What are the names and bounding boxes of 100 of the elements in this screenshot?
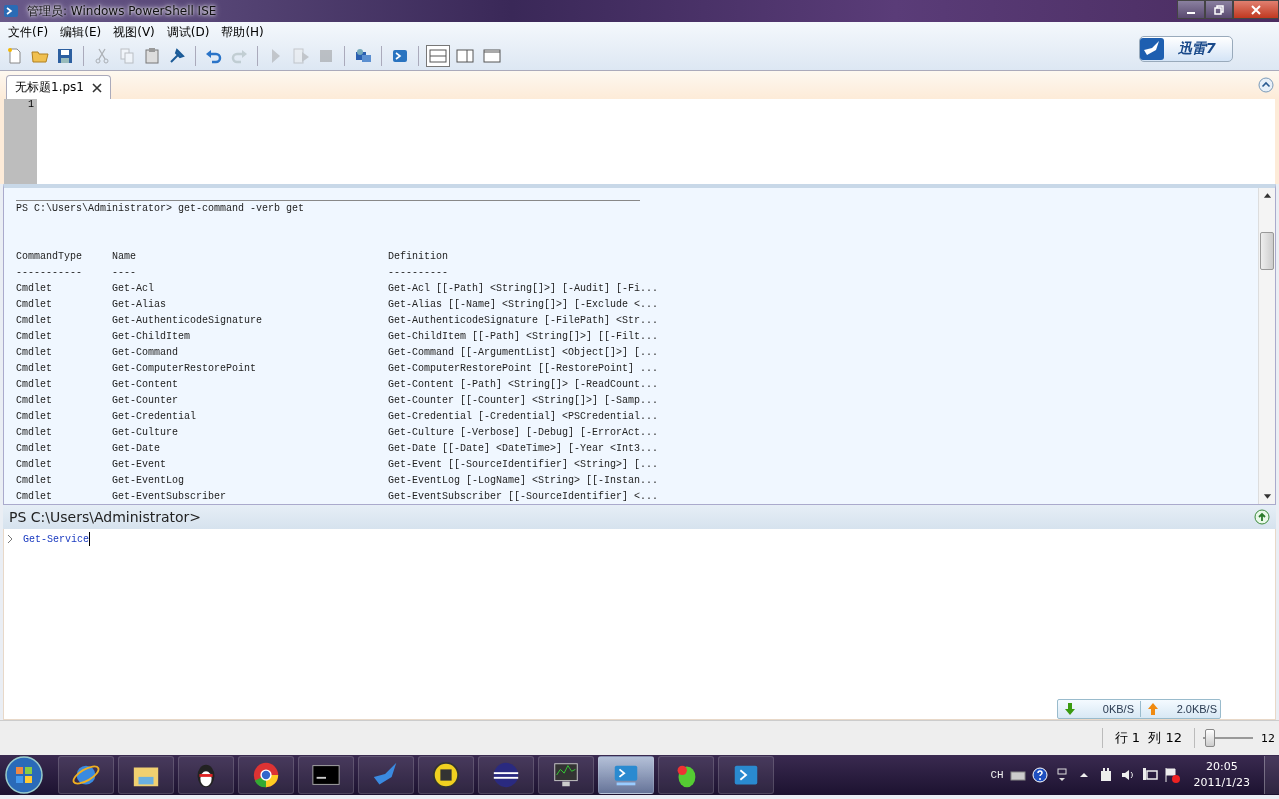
chevron-icon xyxy=(7,534,13,544)
header-underline: ---------- xyxy=(388,266,448,280)
table-cell-text: Get-ChildItem [[-Path] <String[]>] [[-Filt... xyxy=(388,330,659,344)
scroll-thumb[interactable] xyxy=(1260,232,1274,270)
close-icon xyxy=(1251,4,1261,15)
table-cell-text: Cmdlet xyxy=(16,346,53,360)
table-cell-text: Get-EventLog [-LogName] <String> [[-Instan... xyxy=(388,474,659,488)
table-cell-text: Get-Event xyxy=(112,458,167,472)
table-cell-text: Get-Culture xyxy=(112,426,179,440)
menu-item[interactable]: 视图(V) xyxy=(107,23,161,41)
taskbar-button[interactable] xyxy=(238,756,294,794)
language-indicator[interactable]: CH xyxy=(990,769,1004,781)
script-editor[interactable]: 1 xyxy=(0,99,1279,184)
table-cell-text: Get-Date xyxy=(112,442,161,456)
taskbar-button[interactable] xyxy=(658,756,714,794)
table-cell-text: Get-Acl [[-Path] <String[]>] [-Audit] [-Fi... xyxy=(388,282,659,296)
restore-icon xyxy=(1214,4,1224,15)
table-cell-text: Get-ChildItem xyxy=(112,330,191,344)
table-cell-text: Cmdlet xyxy=(16,282,53,296)
table-cell-text: Get-Date [[-Date] <DateTime>] [-Year <Int3... xyxy=(388,442,659,456)
upload-speed: 2.0KB/S xyxy=(1175,703,1218,715)
tab-label: 无标题1.ps1 xyxy=(15,79,84,96)
table-cell-text: Cmdlet xyxy=(16,298,53,312)
close-icon[interactable] xyxy=(91,82,102,93)
taskbar-button[interactable] xyxy=(538,756,594,794)
powershell-icon xyxy=(3,3,19,19)
menu-item[interactable]: 编辑(E) xyxy=(54,23,108,41)
table-cell-text: Get-AuthenticodeSignature xyxy=(112,314,264,328)
start-button[interactable] xyxy=(4,755,44,795)
flag-warning-icon[interactable] xyxy=(1163,767,1180,783)
restore-button[interactable] xyxy=(1205,0,1233,19)
menu-item[interactable]: 帮助(H) xyxy=(215,23,270,41)
table-cell-text: Cmdlet xyxy=(16,362,53,376)
upload-arrow-icon xyxy=(1147,702,1159,716)
table-cell-text: Get-AuthenticodeSignature [-FilePath] <Str... xyxy=(388,314,659,328)
table-cell-text: Get-EventLog xyxy=(112,474,185,488)
layout-top-icon[interactable] xyxy=(426,45,450,67)
speaker-icon[interactable] xyxy=(1119,767,1136,783)
table-cell-text: Get-Culture [-Verbose] [-Debug] [-ErrorAct... xyxy=(388,426,659,440)
table-cell-text: Get-ComputerRestorePoint xyxy=(112,362,258,376)
slider-thumb[interactable] xyxy=(1205,729,1215,747)
taskbar-button[interactable] xyxy=(178,756,234,794)
table-cell-text: Get-Counter xyxy=(112,394,179,408)
clock-time: 20:05 xyxy=(1205,759,1238,775)
table-cell-text: Get-Content [-Path] <String[]> [-ReadCount... xyxy=(388,378,659,392)
download-speed: 0KB/S xyxy=(1101,703,1135,715)
taskbar-button[interactable] xyxy=(478,756,534,794)
header-underline: ----------- xyxy=(16,266,83,280)
network-icon[interactable] xyxy=(1141,767,1158,783)
table-cell-text: Cmdlet xyxy=(16,410,53,424)
download-arrow-icon xyxy=(1064,702,1076,716)
table-cell-text: Cmdlet xyxy=(16,474,53,488)
table-cell-text: Cmdlet xyxy=(16,458,53,472)
zoom-value: 12 xyxy=(1261,731,1275,745)
table-cell-text: Cmdlet xyxy=(16,394,53,408)
table-cell-text: Get-EventSubscriber xyxy=(112,490,228,504)
table-cell-text: Cmdlet xyxy=(16,330,53,344)
column-header: CommandType xyxy=(16,250,83,264)
table-cell-text: Get-ComputerRestorePoint [[-RestorePoint] ... xyxy=(388,362,659,376)
minimize-button[interactable] xyxy=(1177,0,1205,19)
show-desktop-button[interactable] xyxy=(1264,756,1279,794)
expand-icon[interactable] xyxy=(1254,509,1270,525)
taskbar-button[interactable] xyxy=(298,756,354,794)
table-cell-text: Get-Alias [[-Name] <String[]>] [-Exclude <... xyxy=(388,298,659,312)
collapse-icon[interactable] xyxy=(1258,77,1274,93)
line-number: 1 xyxy=(28,99,34,110)
command-input[interactable]: Get-Service xyxy=(23,533,89,545)
clock-date: 2011/1/23 xyxy=(1193,775,1250,791)
table-cell-text: Get-Content xyxy=(112,378,179,392)
menu-item[interactable]: 调试(D) xyxy=(160,23,216,41)
column-header: Definition xyxy=(388,250,448,264)
zoom-slider[interactable] xyxy=(1203,729,1253,747)
minimize-icon xyxy=(1187,11,1195,14)
table-cell-text: Cmdlet xyxy=(16,314,53,328)
scroll-up-icon[interactable] xyxy=(1262,191,1272,199)
column-header: Name xyxy=(112,250,137,264)
file-tab[interactable]: 无标题1.ps1 xyxy=(6,75,111,99)
taskbar-button[interactable] xyxy=(418,756,474,794)
app-badge[interactable]: 迅雷7 xyxy=(1139,36,1233,62)
scrollbar[interactable] xyxy=(1258,188,1275,504)
window-title: 管理员: Windows PowerShell ISE xyxy=(26,2,218,20)
clock[interactable]: 20:05 2011/1/23 xyxy=(1193,759,1250,791)
taskbar-button[interactable] xyxy=(58,756,114,794)
cursor-position: 行 1 列 12 xyxy=(1113,729,1183,747)
table-cell-text: Cmdlet xyxy=(16,490,53,504)
table-cell-text: Get-Credential xyxy=(112,410,197,424)
close-button[interactable] xyxy=(1233,0,1279,19)
table-cell-text: Get-EventSubscriber [[-SourceIdentifier] <... xyxy=(388,490,659,504)
table-cell-text: Get-Command [[-ArgumentList] <Object[]>] [... xyxy=(388,346,659,360)
table-cell-text: Cmdlet xyxy=(16,442,53,456)
help-icon[interactable] xyxy=(1031,767,1048,783)
taskbar-button[interactable] xyxy=(118,756,174,794)
bird-icon xyxy=(1140,38,1164,60)
menu-item[interactable]: 文件(F) xyxy=(2,23,55,41)
table-cell-text: Get-Event [[-SourceIdentifier] <String>] [... xyxy=(388,458,659,472)
table-cell-text: Get-Credential [-Credential] <PSCredential... xyxy=(388,410,659,424)
header-underline: ---- xyxy=(112,266,137,280)
scroll-down-icon[interactable] xyxy=(1262,493,1272,501)
table-cell-text: Get-Acl xyxy=(112,282,155,296)
table-cell-text: Cmdlet xyxy=(16,426,53,440)
